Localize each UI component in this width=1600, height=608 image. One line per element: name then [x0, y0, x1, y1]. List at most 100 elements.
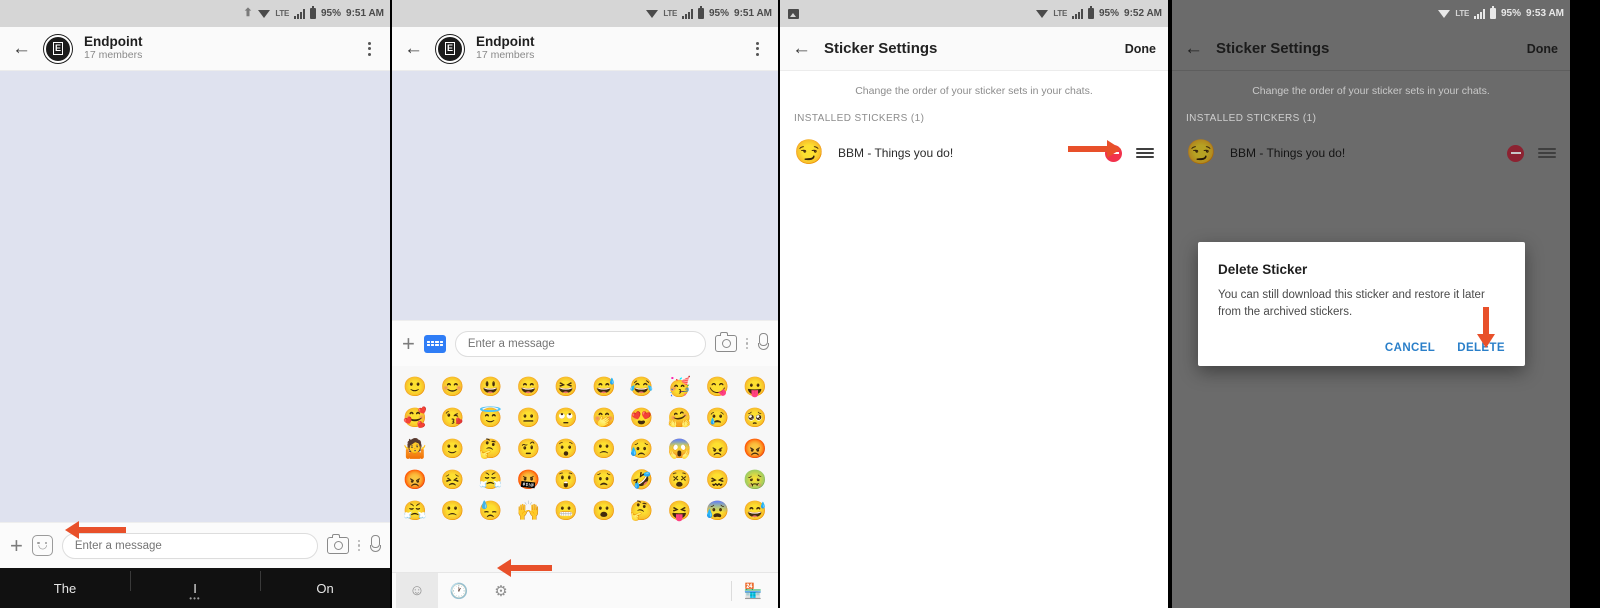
emoji-cell[interactable]: 😡 [736, 434, 774, 465]
emoji-cell[interactable]: 🤔 [472, 434, 510, 465]
overflow-menu-icon[interactable] [748, 40, 766, 58]
emoji-cell[interactable]: 😮 [585, 496, 623, 527]
emoji-cell[interactable]: 😤 [396, 496, 434, 527]
page-title: Sticker Settings [824, 40, 938, 57]
recent-tab-icon[interactable]: 🕐 [438, 573, 480, 608]
emoji-cell[interactable]: 🤭 [585, 403, 623, 434]
drag-handle-icon[interactable] [1136, 147, 1154, 159]
emoji-cell[interactable]: 🤗 [661, 403, 699, 434]
emoji-cell[interactable]: 😤 [472, 465, 510, 496]
status-bar: LTE 95% 9:51 AM [0, 0, 390, 27]
emoji-cell[interactable]: 😊 [434, 372, 472, 403]
remove-sticker-button[interactable] [1507, 144, 1524, 162]
emoji-cell[interactable]: 😱 [661, 434, 699, 465]
emoji-cell[interactable]: 😋 [698, 372, 736, 403]
composer-more-icon[interactable] [357, 540, 360, 551]
emoji-cell[interactable]: 🤷 [396, 434, 434, 465]
delete-sticker-dialog: Delete Sticker You can still download th… [1198, 242, 1525, 367]
emoji-cell[interactable]: 😰 [698, 496, 736, 527]
battery-icon [698, 6, 704, 19]
avatar[interactable]: E [44, 34, 72, 63]
composer-more-icon[interactable] [745, 338, 748, 349]
emoji-cell[interactable]: 😬 [547, 496, 585, 527]
emoji-cell[interactable]: 😣 [434, 465, 472, 496]
emoji-cell[interactable]: 😟 [585, 465, 623, 496]
attach-plus-icon[interactable]: + [402, 332, 415, 355]
done-button[interactable]: Done [1519, 42, 1558, 56]
camera-icon[interactable] [714, 332, 737, 352]
emoji-cell[interactable]: 🤬 [509, 465, 547, 496]
emoji-cell[interactable]: 🤣 [623, 465, 661, 496]
smiley-tab-icon[interactable]: ☺ [396, 572, 438, 608]
attach-plus-icon[interactable]: + [10, 534, 23, 557]
drag-handle-icon[interactable] [1538, 147, 1556, 159]
microphone-icon[interactable] [369, 535, 381, 556]
emoji-icon[interactable] [31, 535, 53, 556]
done-button[interactable]: Done [1117, 42, 1156, 56]
emoji-cell[interactable]: 🙌 [509, 496, 547, 527]
camera-icon[interactable] [326, 534, 349, 554]
back-icon[interactable] [12, 39, 32, 59]
emoji-cell[interactable]: 😖 [698, 465, 736, 496]
emoji-cell[interactable]: 😃 [472, 372, 510, 403]
battery-percent: 95% [1099, 8, 1120, 19]
emoji-cell[interactable]: 😘 [434, 403, 472, 434]
emoji-cell[interactable]: 🙂 [434, 434, 472, 465]
list-item[interactable]: 😏 BBM - Things you do! [1172, 132, 1570, 174]
emoji-cell[interactable]: 😐 [509, 403, 547, 434]
cancel-button[interactable]: CANCEL [1385, 342, 1435, 354]
suggestion-word[interactable]: I [130, 570, 260, 596]
emoji-cell[interactable]: 😥 [623, 434, 661, 465]
back-icon[interactable] [1184, 39, 1204, 59]
emoji-cell[interactable]: 🙂 [396, 372, 434, 403]
clock: 9:51 AM [734, 8, 772, 19]
emoji-cell[interactable]: 🤢 [736, 465, 774, 496]
emoji-cell[interactable]: 😯 [547, 434, 585, 465]
keyboard-icon[interactable] [423, 334, 446, 353]
chat-title-block[interactable]: Endpoint 17 members [84, 34, 348, 63]
emoji-cell[interactable]: 😅 [736, 496, 774, 527]
emoji-cell[interactable]: 😂 [623, 372, 661, 403]
status-bar: LTE 95% 9:52 AM [780, 0, 1168, 27]
emoji-cell[interactable]: 😢 [698, 403, 736, 434]
avatar[interactable]: E [436, 34, 464, 63]
page-title: Sticker Settings [1216, 40, 1330, 57]
suggestion-word[interactable]: On [260, 570, 390, 596]
emoji-cell[interactable]: 😅 [585, 372, 623, 403]
message-input[interactable] [454, 330, 706, 357]
emoji-cell[interactable]: 😓 [472, 496, 510, 527]
emoji-cell[interactable]: 😵 [661, 465, 699, 496]
overflow-menu-icon[interactable] [360, 40, 378, 58]
panel-sticker-delete-dialog: LTE 95% 9:53 AM Sticker Settings Done Ch… [1172, 0, 1570, 608]
microphone-icon[interactable] [757, 333, 769, 354]
emoji-cell[interactable]: 😡 [396, 465, 434, 496]
signal-icon [1072, 8, 1083, 19]
emoji-cell[interactable]: 😲 [547, 465, 585, 496]
message-input[interactable] [61, 532, 318, 559]
battery-percent: 95% [321, 8, 342, 19]
chat-title-block[interactable]: Endpoint 17 members [476, 34, 736, 63]
settings-tab-icon[interactable]: ⚙ [480, 573, 522, 608]
sticker-store-icon[interactable]: 🏪 [732, 573, 774, 608]
emoji-cell[interactable]: 😆 [547, 372, 585, 403]
emoji-cell[interactable]: 🤔 [623, 496, 661, 527]
emoji-cell[interactable]: 🙄 [547, 403, 585, 434]
emoji-cell[interactable]: 🥺 [736, 403, 774, 434]
page-title: Endpoint [476, 33, 535, 49]
emoji-cell[interactable]: 😍 [623, 403, 661, 434]
emoji-cell[interactable]: 😛 [736, 372, 774, 403]
emoji-cell[interactable]: 🙁 [585, 434, 623, 465]
back-icon[interactable] [404, 39, 424, 59]
emoji-cell[interactable]: 🤨 [509, 434, 547, 465]
signal-icon [294, 8, 305, 19]
lte-icon: LTE [275, 9, 289, 18]
emoji-cell[interactable]: 🥰 [396, 403, 434, 434]
emoji-cell[interactable]: 🙁 [434, 496, 472, 527]
back-icon[interactable] [792, 39, 812, 59]
emoji-cell[interactable]: 😝 [661, 496, 699, 527]
emoji-cell[interactable]: 😠 [698, 434, 736, 465]
emoji-cell[interactable]: 😄 [509, 372, 547, 403]
emoji-cell[interactable]: 😇 [472, 403, 510, 434]
emoji-cell[interactable]: 🥳 [661, 372, 699, 403]
suggestion-word[interactable]: The [0, 581, 130, 596]
